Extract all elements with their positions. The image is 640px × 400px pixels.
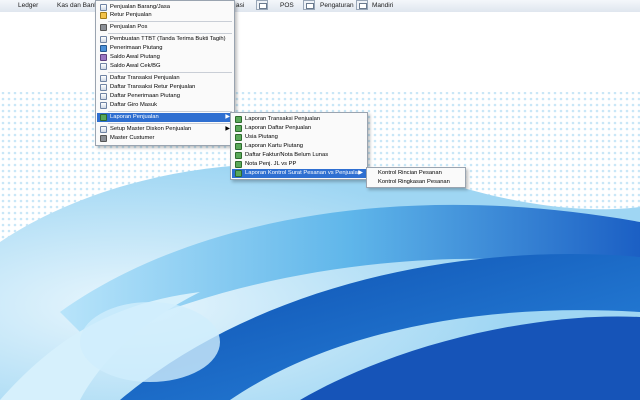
menu-item-penjualan-pos[interactable]: Penjualan Pos bbox=[97, 23, 233, 32]
menu-item-saldo-awal-piutang[interactable]: Saldo Awal Piutang bbox=[97, 53, 233, 62]
report-icon bbox=[235, 125, 242, 132]
menu-separator bbox=[108, 33, 232, 34]
sales-document-icon bbox=[100, 4, 107, 11]
receivable-icon bbox=[100, 45, 107, 52]
settings-toolbar-icon[interactable] bbox=[303, 0, 315, 10]
pos-toolbar-icon[interactable] bbox=[256, 0, 268, 10]
menu-item-kontrol-ringkasan-pesanan[interactable]: Kontrol Ringkasan Pesanan bbox=[368, 178, 464, 187]
balance-icon bbox=[100, 54, 107, 61]
menu-item-daftar-transaksi-retur[interactable]: Daftar Transaksi Retur Penjualan bbox=[97, 83, 233, 92]
menu-item-laporan-daftar-penjualan[interactable]: Laporan Daftar Penjualan bbox=[232, 124, 366, 133]
list-icon bbox=[100, 93, 107, 100]
menu-kontrol-pesanan: Kontrol Rincian Pesanan Kontrol Ringkasa… bbox=[366, 167, 466, 188]
check-icon bbox=[100, 63, 107, 70]
menu-separator bbox=[108, 111, 232, 112]
menu-item-daftar-penerimaan-piutang[interactable]: Daftar Penerimaan Piutang bbox=[97, 92, 233, 101]
menu-item-pembuatan-ttbt[interactable]: Pembuatan TTBT (Tanda Terima Bukti Tagih… bbox=[97, 35, 233, 44]
submenu-arrow-icon: ▶ bbox=[358, 170, 363, 176]
toolbar-transaksi[interactable]: asi bbox=[236, 0, 244, 11]
menu-item-usia-piutang[interactable]: Usia Piutang bbox=[232, 133, 366, 142]
menu-item-kontrol-rincian-pesanan[interactable]: Kontrol Rincian Pesanan bbox=[368, 169, 464, 178]
customer-icon bbox=[100, 135, 107, 142]
menu-item-penerimaan-piutang[interactable]: Penerimaan Piutang bbox=[97, 44, 233, 53]
report-icon bbox=[100, 114, 107, 121]
menu-item-daftar-faktur-belum-lunas[interactable]: Daftar Faktur/Nota Belum Lunas bbox=[232, 151, 366, 160]
report-icon bbox=[235, 152, 242, 159]
menu-item-setup-master-diskon[interactable]: Setup Master Diskon Penjualan ▶ bbox=[97, 125, 233, 134]
report-icon bbox=[235, 116, 242, 123]
menu-separator bbox=[108, 123, 232, 124]
setup-icon bbox=[100, 126, 107, 133]
menu-separator bbox=[108, 72, 232, 73]
toolbar-kas-dan-bank[interactable]: Kas dan Bank bbox=[57, 0, 97, 11]
report-icon bbox=[235, 161, 242, 168]
list-icon bbox=[100, 102, 107, 109]
menu-item-laporan-transaksi-penjualan[interactable]: Laporan Transaksi Penjualan bbox=[232, 115, 366, 124]
toolbar-pos[interactable]: POS bbox=[280, 0, 294, 11]
report-icon bbox=[235, 134, 242, 141]
menu-item-retur-penjualan[interactable]: Retur Penjualan bbox=[97, 11, 233, 20]
pos-icon bbox=[100, 24, 107, 31]
menu-separator bbox=[108, 21, 232, 22]
report-icon bbox=[235, 170, 242, 177]
menu-item-laporan-penjualan[interactable]: Laporan Penjualan ▶ bbox=[97, 113, 233, 122]
menu-item-laporan-kartu-piutang[interactable]: Laporan Kartu Piutang bbox=[232, 142, 366, 151]
toolbar-mandiri[interactable]: Mandiri bbox=[372, 0, 393, 11]
menu-penjualan: Penjualan Barang/Jasa Retur Penjualan Pe… bbox=[95, 0, 235, 146]
menu-item-master-custumer[interactable]: Master Custumer bbox=[97, 134, 233, 143]
receipt-icon bbox=[100, 36, 107, 43]
menu-item-daftar-transaksi-penjualan[interactable]: Daftar Transaksi Penjualan bbox=[97, 74, 233, 83]
menu-item-daftar-giro-masuk[interactable]: Daftar Giro Masuk bbox=[97, 101, 233, 110]
menu-item-nota-penj-jl-vs-pp[interactable]: Nota Penj. JL vs PP bbox=[232, 160, 366, 169]
mandiri-toolbar-icon[interactable] bbox=[356, 0, 368, 10]
menu-item-laporan-kontrol-surat-pesanan[interactable]: Laporan Kontrol Surat Pesanan vs Penjual… bbox=[232, 169, 366, 178]
toolbar-ledger[interactable]: Ledger bbox=[18, 0, 38, 11]
list-icon bbox=[100, 75, 107, 82]
report-icon bbox=[235, 143, 242, 150]
menu-item-saldo-awal-cek-bg[interactable]: Saldo Awal Cek/BG bbox=[97, 62, 233, 71]
return-icon bbox=[100, 12, 107, 19]
toolbar-pengaturan[interactable]: Pengaturan bbox=[320, 0, 354, 11]
list-icon bbox=[100, 84, 107, 91]
menu-laporan-penjualan: Laporan Transaksi Penjualan Laporan Daft… bbox=[230, 112, 368, 180]
